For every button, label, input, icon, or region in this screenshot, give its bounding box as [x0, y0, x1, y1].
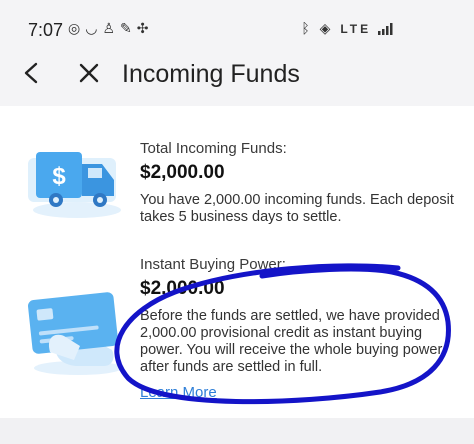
page-title: Incoming Funds [122, 60, 300, 88]
total-incoming-amount: $2,000.00 [140, 162, 225, 183]
status-right-icons: ᛒ ◈ LTE [301, 20, 394, 37]
total-incoming-description: You have 2,000.00 incoming funds. Each d… [140, 192, 454, 225]
delivery-truck-icon: $ [28, 152, 121, 218]
instant-buying-section: Instant Buying Power: $2,000.00 Before t… [140, 256, 460, 401]
close-icon [79, 63, 99, 83]
learn-more-link[interactable]: Learn More [140, 384, 460, 401]
total-incoming-section: Total Incoming Funds: $2,000.00 You have… [140, 140, 460, 226]
back-button[interactable] [18, 56, 48, 90]
fan-icon: ✣ [136, 20, 154, 36]
lte-icon: LTE [340, 22, 372, 36]
bluetooth-headset-icon: ◡ [85, 20, 103, 36]
status-time: 7:07 [28, 20, 64, 40]
top-bar: Incoming Funds [0, 44, 474, 106]
bluetooth-icon: ᛒ [301, 20, 313, 36]
volte-icon: ◈ [319, 20, 334, 36]
instant-buying-description: Before the funds are settled, we have pr… [140, 308, 443, 375]
feather-icon: ✎ [120, 20, 137, 36]
at-icon: ◎ [68, 20, 86, 36]
status-left-icons: ◎◡♙✎✣ [68, 20, 153, 37]
credit-card-icon [28, 292, 122, 375]
total-incoming-label: Total Incoming Funds: [140, 140, 287, 157]
close-button[interactable] [74, 56, 104, 90]
status-bar: 7:07 ◎◡♙✎✣ ᛒ ◈ LTE [0, 0, 474, 44]
chevron-left-icon [24, 62, 38, 84]
person-icon: ♙ [102, 20, 120, 36]
svg-text:$: $ [52, 163, 66, 190]
signal-icon [378, 23, 393, 36]
bottom-area [0, 418, 474, 444]
instant-buying-amount: $2,000.00 [140, 278, 225, 299]
instant-buying-label: Instant Buying Power: [140, 256, 286, 273]
